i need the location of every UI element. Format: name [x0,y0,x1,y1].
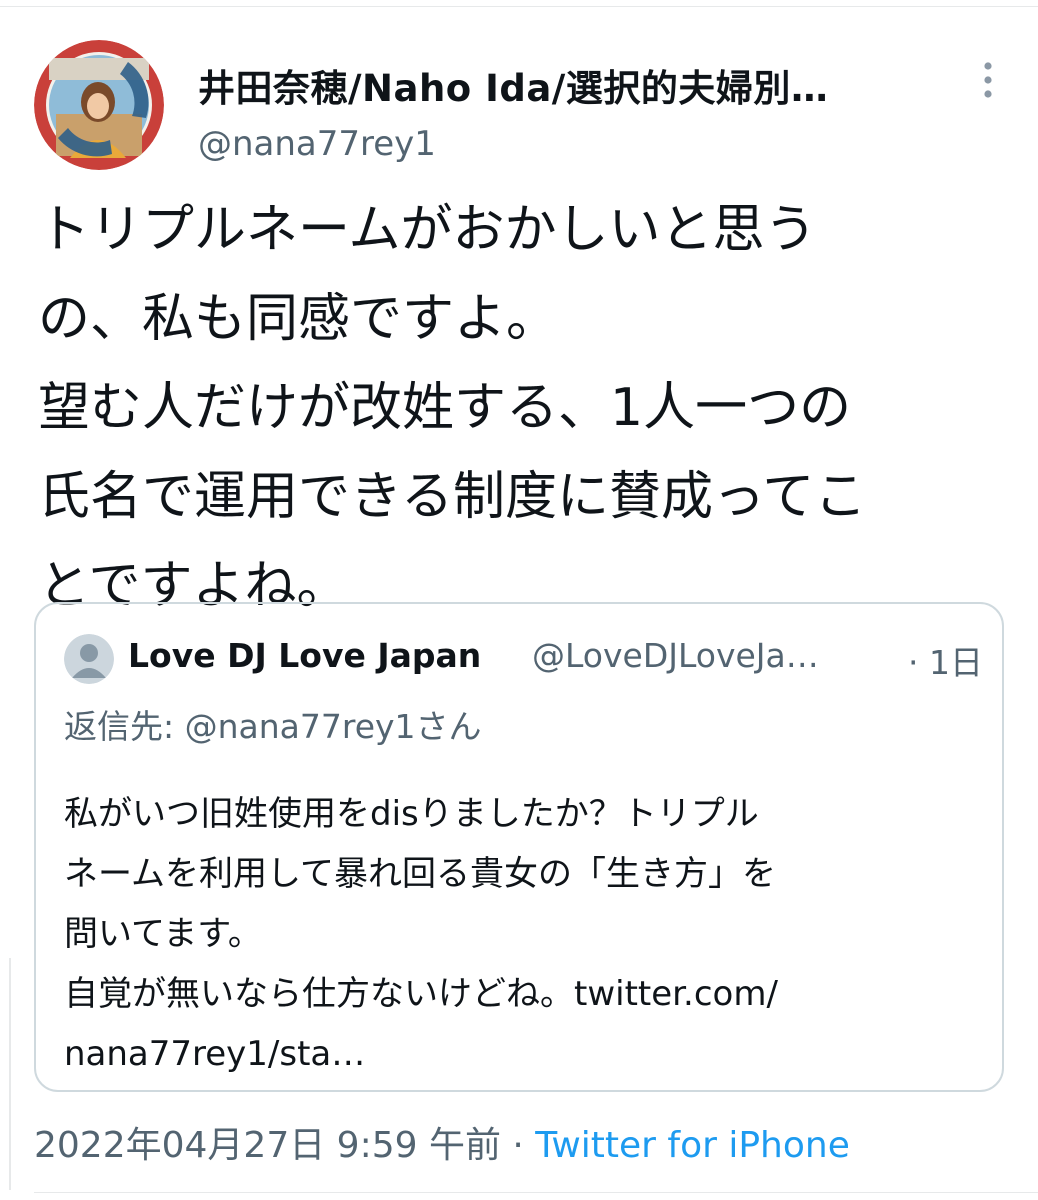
author-display-name[interactable]: 井田奈穂/Naho Ida/選択的夫婦別… [198,58,828,112]
left-edge-line [9,958,11,1190]
quoted-author-avatar[interactable] [64,634,114,684]
profile-photo-icon [34,40,164,170]
top-divider [0,6,1038,7]
tweet-text: トリプルネームがおかしいと思う の、私も同感ですよ。 望む人だけが改姓する、1人… [38,200,867,616]
quoted-reply-to: 返信先: @nana77rey1さん [64,707,482,746]
tweet-timestamp[interactable]: 2022年04月27日 9:59 午前 · [34,1125,535,1166]
quoted-tweet-time: · 1日 [908,643,983,682]
quoted-tweet-card[interactable]: Love DJ Love Japan @LoveDJLoveJa… · 1日 返… [34,602,1004,1092]
quoted-author-handle[interactable]: @LoveDJLoveJa… [532,636,819,675]
author-handle[interactable]: @nana77rey1 [198,124,436,164]
more-vertical-icon [984,62,992,98]
quoted-author-name[interactable]: Love DJ Love Japan [128,636,481,675]
bottom-divider [34,1192,1038,1193]
author-avatar[interactable] [34,40,164,170]
default-avatar-icon [64,634,114,684]
quoted-tweet-text: 私がいつ旧姓使用をdisりましたか？トリプル ネームを利用して暴れ回る貴女の「生… [64,794,778,1074]
tweet-source-link[interactable]: Twitter for iPhone [535,1125,850,1166]
more-options-button[interactable] [970,58,1006,102]
tweet-metadata: 2022年04月27日 9:59 午前 · Twitter for iPhone [34,1116,850,1168]
